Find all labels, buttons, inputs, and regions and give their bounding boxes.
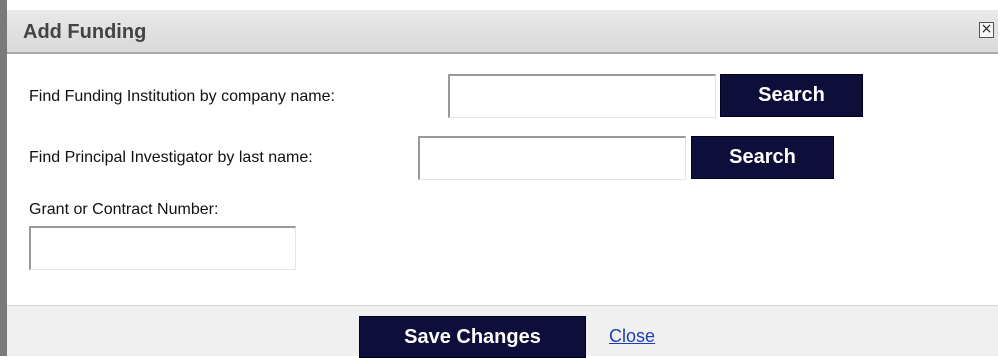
dialog-title: Add Funding: [23, 21, 147, 43]
add-funding-dialog: Add Funding × Find Funding Institution b…: [0, 0, 998, 358]
dialog-title-bar: Add Funding ×: [7, 10, 998, 54]
dialog-footer: Save Changes Close: [7, 305, 998, 358]
funding-institution-label: Find Funding Institution by company name…: [29, 88, 335, 105]
grant-number-input[interactable]: [29, 226, 296, 270]
save-changes-button[interactable]: Save Changes: [359, 316, 586, 358]
principal-investigator-search-button[interactable]: Search: [691, 136, 834, 179]
close-icon[interactable]: ×: [979, 22, 994, 38]
funding-institution-search-button[interactable]: Search: [720, 74, 863, 117]
close-link[interactable]: Close: [609, 326, 655, 347]
principal-investigator-input[interactable]: [418, 136, 686, 180]
principal-investigator-label: Find Principal Investigator by last name…: [29, 149, 313, 166]
funding-institution-input[interactable]: [448, 74, 716, 118]
grant-number-label: Grant or Contract Number:: [29, 201, 219, 218]
